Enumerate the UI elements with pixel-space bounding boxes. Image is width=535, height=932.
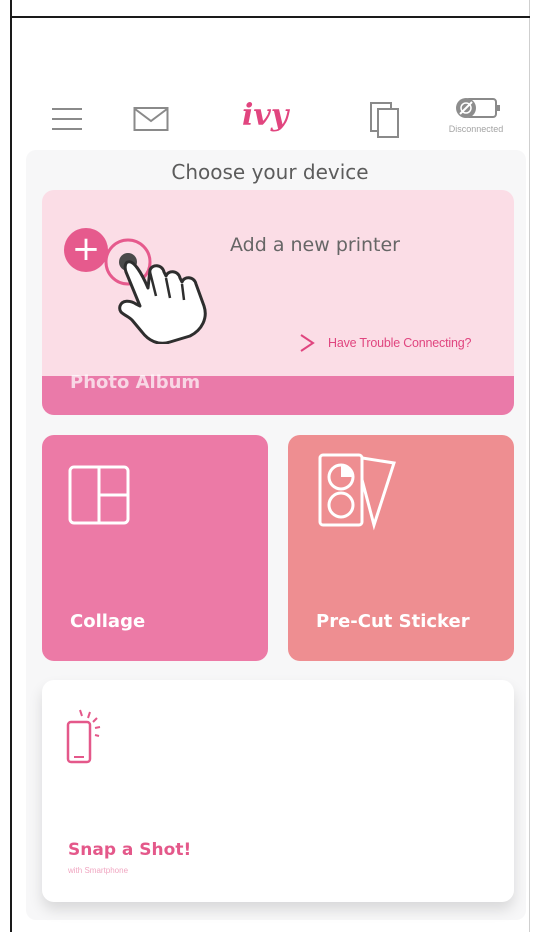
trouble-connecting-label: Have Trouble Connecting? [328, 336, 472, 350]
collage-icon [68, 465, 130, 525]
sticker-icon [318, 453, 396, 531]
collage-card[interactable]: Collage [42, 435, 268, 661]
mail-icon[interactable] [133, 104, 169, 134]
tap-hand-icon [104, 238, 207, 344]
status-label: Disconnected [448, 124, 504, 134]
photo-album-label: Photo Album [70, 372, 201, 393]
collage-label: Collage [70, 611, 146, 632]
snap-shot-subtitle: with Smartphone [68, 866, 129, 875]
snap-shot-title: Snap a Shot! [68, 840, 192, 860]
menu-icon[interactable] [52, 106, 82, 132]
sticker-label: Pre-Cut Sticker [316, 611, 470, 632]
chevron-right-icon [300, 334, 315, 352]
gallery-icon[interactable] [368, 100, 402, 140]
smartphone-icon [66, 709, 101, 764]
add-printer-label: Add a new printer [230, 234, 400, 256]
top-border [10, 16, 530, 18]
connection-status[interactable]: Disconnected [430, 96, 522, 142]
sticker-card[interactable]: Pre-Cut Sticker [288, 435, 514, 661]
snap-shot-card[interactable]: Snap a Shot! with Smartphone [42, 680, 514, 902]
top-nav: ivy Disconnected [12, 90, 530, 150]
printer-status-icon [456, 98, 500, 118]
app-logo: ivy [242, 98, 289, 133]
trouble-connecting-link[interactable]: Have Trouble Connecting? [298, 332, 471, 354]
page-title: Choose your device [171, 160, 369, 184]
add-icon: + [64, 228, 108, 272]
